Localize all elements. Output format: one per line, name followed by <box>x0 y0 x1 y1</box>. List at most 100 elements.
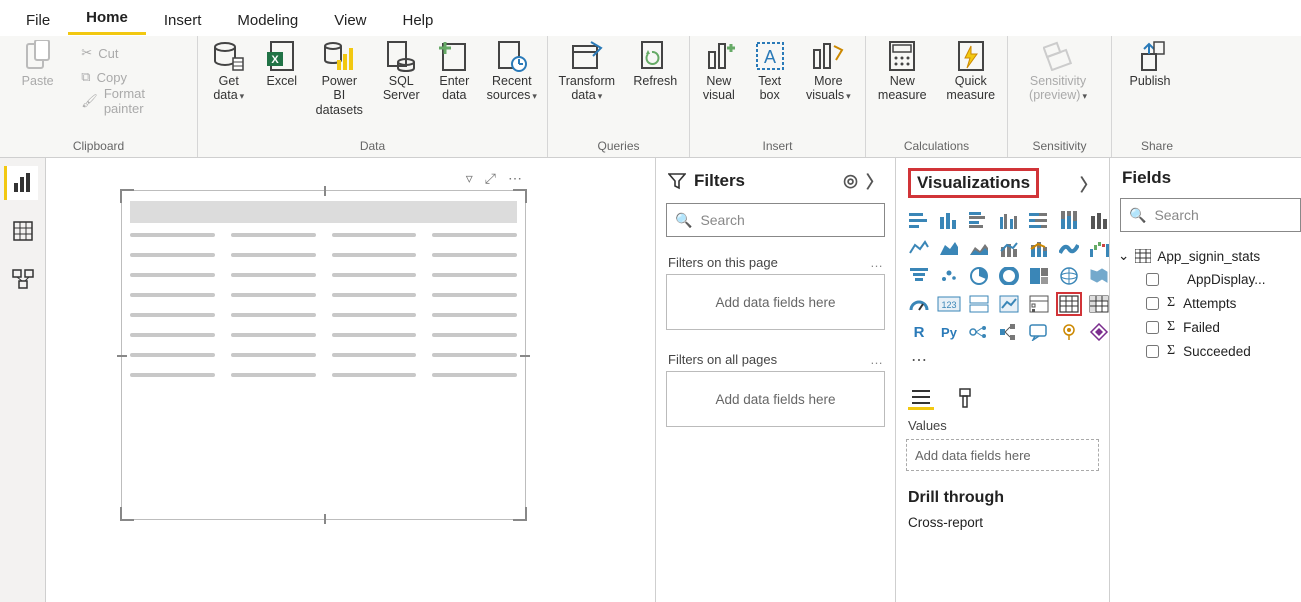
field-appdisplay[interactable]: AppDisplay... <box>1118 268 1293 291</box>
sql-server-button[interactable]: SQL Server <box>381 40 423 103</box>
more-visuals-button[interactable]: More visuals <box>802 40 855 103</box>
tab-view[interactable]: View <box>316 4 384 35</box>
pbi-datasets-button[interactable]: Power BI datasets <box>314 40 364 117</box>
publish-button[interactable]: Publish <box>1122 40 1178 88</box>
more-visuals-icon <box>812 40 844 72</box>
more-options-icon[interactable]: ⋯ <box>508 170 522 190</box>
excel-button[interactable]: X Excel <box>266 40 299 88</box>
visual-container[interactable]: ▿ ⤢ ⋯ <box>121 170 526 520</box>
key-influencers-icon[interactable] <box>966 320 992 344</box>
more-icon[interactable]: … <box>870 255 883 270</box>
arcgis-icon[interactable] <box>1056 320 1082 344</box>
tab-help[interactable]: Help <box>385 4 452 35</box>
text-box-button[interactable]: A Text box <box>754 40 786 103</box>
stacked-bar-icon[interactable] <box>906 208 932 232</box>
report-canvas[interactable]: ▿ ⤢ ⋯ <box>46 158 655 602</box>
area-icon[interactable] <box>936 236 962 260</box>
clustered-bar-icon[interactable] <box>966 208 992 232</box>
tab-file[interactable]: File <box>8 4 68 35</box>
field-checkbox[interactable] <box>1146 345 1159 358</box>
r-visual-icon[interactable]: R <box>906 320 932 344</box>
filters-search[interactable]: 🔍 Search <box>666 203 885 237</box>
collapse-icon[interactable]: 〉 <box>1080 171 1097 196</box>
report-view-button[interactable] <box>4 166 38 200</box>
filters-title: Filters <box>694 171 745 191</box>
field-checkbox[interactable] <box>1146 297 1159 310</box>
format-painter-button[interactable]: 🖌 Format painter <box>81 90 187 112</box>
cross-report-label: Cross-report <box>896 511 1109 534</box>
transform-data-button[interactable]: Transform data <box>558 40 616 103</box>
treemap-icon[interactable] <box>1026 264 1052 288</box>
combo-column-line-icon[interactable] <box>996 236 1022 260</box>
fields-well-tab[interactable] <box>908 386 934 410</box>
values-dropzone[interactable]: Add data fields here <box>906 439 1099 471</box>
recent-sources-button[interactable]: Recent sources <box>487 40 537 103</box>
gauge-icon[interactable] <box>906 292 932 316</box>
pie-icon[interactable] <box>966 264 992 288</box>
filters-panel: Filters ◎ 〉 🔍 Search Filters on this pag… <box>655 158 895 602</box>
data-view-button[interactable] <box>6 214 40 248</box>
donut-icon[interactable] <box>996 264 1022 288</box>
sensitivity-button[interactable]: Sensitivity (preview) <box>1018 40 1098 103</box>
field-attempts[interactable]: Σ Attempts <box>1118 291 1293 315</box>
slicer-icon[interactable] <box>1026 292 1052 316</box>
field-checkbox[interactable] <box>1146 273 1159 286</box>
ribbon-icon[interactable] <box>1056 236 1082 260</box>
get-data-button[interactable]: Get data <box>208 40 250 103</box>
stacked-area-icon[interactable] <box>966 236 992 260</box>
multi-card-icon[interactable] <box>966 292 992 316</box>
field-failed[interactable]: Σ Failed <box>1118 315 1293 339</box>
combo-stacked-line-icon[interactable] <box>1026 236 1052 260</box>
collapse-icon[interactable]: 〉 <box>866 168 883 193</box>
stacked-bar-100-icon[interactable] <box>1026 208 1052 232</box>
stacked-column-100-icon[interactable] <box>1056 208 1082 232</box>
stacked-column-icon[interactable] <box>936 208 962 232</box>
scatter-icon[interactable] <box>936 264 962 288</box>
table-visual-placeholder[interactable] <box>121 190 526 520</box>
eye-icon[interactable]: ◎ <box>843 171 858 191</box>
fields-search[interactable]: 🔍 Search <box>1120 198 1301 232</box>
filters-all-dropzone[interactable]: Add data fields here <box>666 371 885 427</box>
visualizations-gallery: 123 R Py ⋯ <box>896 208 1109 380</box>
field-succeeded[interactable]: Σ Succeeded <box>1118 339 1293 363</box>
clustered-column-icon[interactable] <box>996 208 1022 232</box>
tab-modeling[interactable]: Modeling <box>219 4 316 35</box>
format-tab[interactable] <box>952 386 978 410</box>
decomposition-icon[interactable] <box>996 320 1022 344</box>
filters-page-dropzone[interactable]: Add data fields here <box>666 274 885 330</box>
transform-icon <box>571 40 603 72</box>
table-visual-icon[interactable] <box>1056 292 1082 316</box>
python-visual-icon[interactable]: Py <box>936 320 962 344</box>
sigma-icon: Σ <box>1167 295 1175 311</box>
more-icon[interactable]: … <box>870 352 883 367</box>
filter-icon <box>668 172 686 190</box>
quick-measure-button[interactable]: Quick measure <box>945 40 998 103</box>
main-area: ▿ ⤢ ⋯ <box>0 158 1301 602</box>
enter-data-button[interactable]: Enter data <box>438 40 471 103</box>
clipboard-icon <box>22 40 54 72</box>
view-switcher <box>0 158 46 602</box>
cut-button[interactable]: ✂ Cut <box>81 42 187 64</box>
qa-icon[interactable] <box>1026 320 1052 344</box>
card-icon[interactable]: 123 <box>936 292 962 316</box>
get-more-visuals-icon[interactable]: ⋯ <box>906 348 932 372</box>
group-label-clipboard: Clipboard <box>10 135 187 157</box>
copy-button[interactable]: ⧉ Copy <box>81 66 187 88</box>
focus-icon[interactable]: ⤢ <box>485 170 496 190</box>
map-icon[interactable] <box>1056 264 1082 288</box>
new-measure-button[interactable]: New measure <box>876 40 929 103</box>
fields-table-row[interactable]: ⌄ App_signin_stats <box>1118 244 1293 268</box>
line-icon[interactable] <box>906 236 932 260</box>
new-visual-button[interactable]: New visual <box>700 40 738 103</box>
fields-panel: Fields 🔍 Search ⌄ App_signin_stats AppDi… <box>1109 158 1301 602</box>
refresh-button[interactable]: Refresh <box>632 40 679 88</box>
field-checkbox[interactable] <box>1146 321 1159 334</box>
kpi-icon[interactable] <box>996 292 1022 316</box>
filter-icon[interactable]: ▿ <box>466 170 473 190</box>
funnel-icon[interactable] <box>906 264 932 288</box>
tab-insert[interactable]: Insert <box>146 4 220 35</box>
model-view-button[interactable] <box>6 262 40 296</box>
paste-button[interactable]: Paste <box>10 40 65 88</box>
group-label-queries: Queries <box>558 135 679 157</box>
tab-home[interactable]: Home <box>68 1 146 35</box>
